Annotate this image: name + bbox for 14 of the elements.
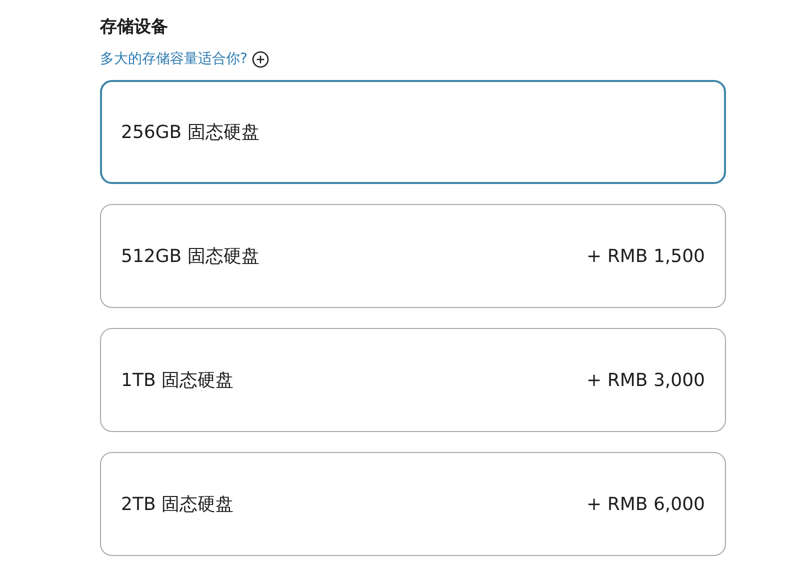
storage-option[interactable]: 256GB 固态硬盘: [100, 80, 726, 184]
option-label: 1TB 固态硬盘: [121, 369, 234, 392]
option-label: 2TB 固态硬盘: [121, 493, 234, 516]
section-heading: 存储设备: [100, 16, 169, 39]
help-link[interactable]: 多大的存储容量适合你?: [100, 50, 248, 68]
option-price: + RMB 3,000: [586, 370, 705, 390]
plus-circle-icon[interactable]: [252, 50, 270, 68]
storage-option[interactable]: 2TB 固态硬盘 + RMB 6,000: [100, 452, 726, 556]
option-label: 256GB 固态硬盘: [121, 121, 260, 144]
option-price: + RMB 1,500: [586, 246, 705, 266]
option-label: 512GB 固态硬盘: [121, 245, 260, 268]
option-price: + RMB 6,000: [586, 494, 705, 514]
storage-option[interactable]: 1TB 固态硬盘 + RMB 3,000: [100, 328, 726, 432]
storage-option[interactable]: 512GB 固态硬盘 + RMB 1,500: [100, 204, 726, 308]
